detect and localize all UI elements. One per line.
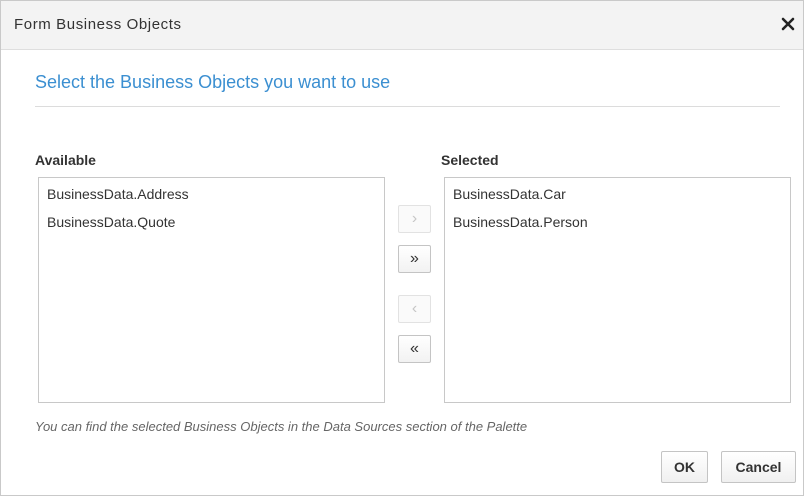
- chevron-right-icon: ›: [411, 210, 418, 227]
- close-button[interactable]: [777, 13, 799, 35]
- available-label: Available: [35, 152, 96, 168]
- form-business-objects-dialog: Form Business Objects Select the Busines…: [0, 0, 804, 496]
- cancel-button[interactable]: Cancel: [721, 451, 796, 483]
- selected-listbox[interactable]: BusinessData.Car BusinessData.Person: [444, 177, 791, 403]
- move-left-button[interactable]: ‹: [398, 295, 431, 323]
- double-chevron-left-icon: «: [410, 340, 419, 357]
- hint-text: You can find the selected Business Objec…: [35, 419, 528, 434]
- available-listbox[interactable]: BusinessData.Address BusinessData.Quote: [38, 177, 385, 403]
- list-item-available[interactable]: BusinessData.Quote: [39, 210, 384, 238]
- list-item-selected[interactable]: BusinessData.Person: [445, 210, 790, 238]
- move-all-left-button[interactable]: «: [398, 335, 431, 363]
- selected-label: Selected: [441, 152, 499, 168]
- dialog-title: Form Business Objects: [14, 16, 182, 33]
- close-icon: [781, 17, 795, 31]
- page-title: Select the Business Objects you want to …: [35, 72, 391, 92]
- dialog-title-bar: Form Business Objects: [1, 1, 803, 50]
- chevron-left-icon: ‹: [411, 300, 418, 317]
- move-all-right-button[interactable]: »: [398, 245, 431, 273]
- heading-divider: [35, 106, 780, 107]
- list-item-available[interactable]: BusinessData.Address: [39, 182, 384, 210]
- ok-button[interactable]: OK: [661, 451, 708, 483]
- double-chevron-right-icon: »: [410, 250, 419, 267]
- move-right-button[interactable]: ›: [398, 205, 431, 233]
- list-item-selected[interactable]: BusinessData.Car: [445, 182, 790, 210]
